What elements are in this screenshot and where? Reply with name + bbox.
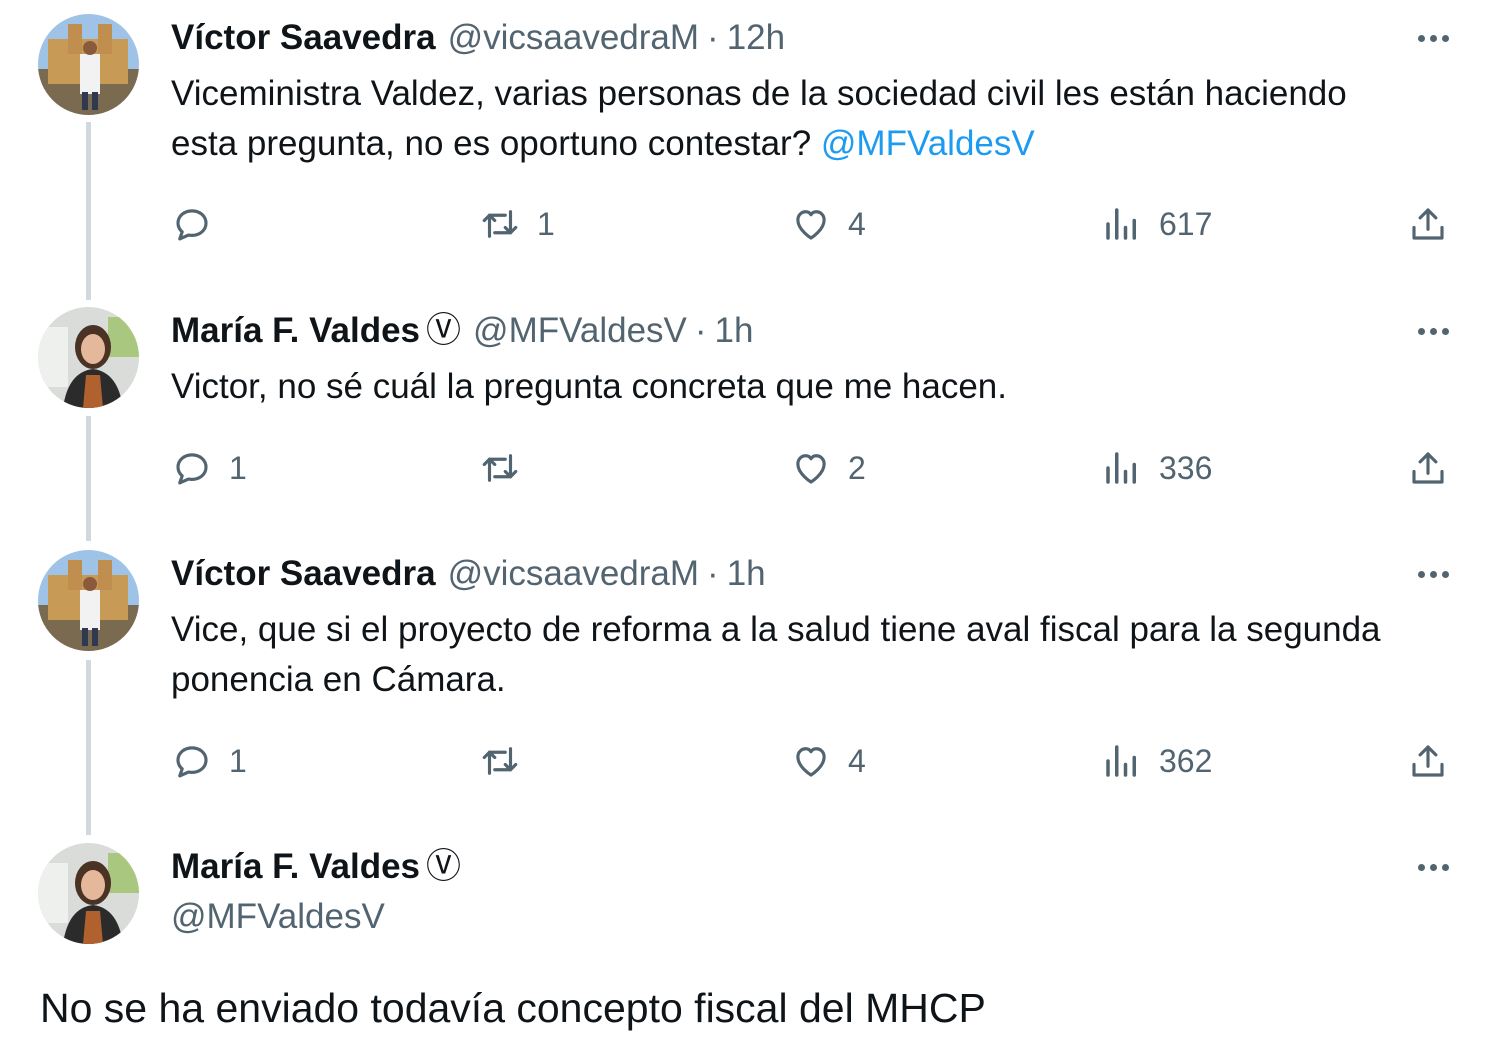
reply-count: 1 [229,449,247,486]
views-button[interactable]: 617 [1101,199,1212,249]
share-button[interactable] [1407,199,1449,249]
retweet-button[interactable]: 1 [479,199,555,249]
main-tweet-text: No se ha enviado todavía concepto fiscal… [40,985,986,1031]
retweet-icon [482,454,518,482]
separator-dot: · [707,554,719,593]
tweet-actions: 1 4 617 [171,199,1461,249]
user-name[interactable]: Víctor Saavedra [171,18,436,57]
heart-icon [796,210,826,240]
views-icon [1106,452,1136,484]
like-button[interactable]: 4 [790,736,866,786]
tweet-text: Victor, no sé cuál la pregunta concreta … [171,362,1401,412]
like-count: 4 [848,205,866,242]
views-count: 362 [1159,742,1213,779]
share-icon [1412,745,1444,777]
views-count: 617 [1159,205,1213,242]
retweet-count: 1 [537,205,555,242]
share-button[interactable] [1407,736,1449,786]
user-handle[interactable]: @MFValdesV [473,311,687,350]
user-name[interactable]: María F. Valdes [171,311,420,350]
more-options-button[interactable] [1405,564,1461,584]
views-count: 336 [1159,449,1213,486]
retweet-icon [482,210,518,238]
user-handle[interactable]: @MFValdesV [171,897,385,936]
more-options-button[interactable] [1405,857,1461,877]
timestamp[interactable]: 1h [727,554,766,593]
more-options-button[interactable] [1405,28,1461,48]
tweet-body: Vice, que si el proyecto de reforma a la… [171,610,1381,699]
views-icon [1106,208,1136,240]
more-icon [1417,863,1425,871]
like-button[interactable]: 2 [790,443,866,493]
views-button[interactable]: 336 [1101,443,1212,493]
tweet-header: Víctor Saavedra @vicsaavedraM · 1h [171,552,766,596]
avatar[interactable] [38,550,139,651]
like-count: 4 [848,742,866,779]
user-handle[interactable]: @vicsaavedraM [448,554,699,593]
tweet-header: Víctor Saavedra @vicsaavedraM · 12h [171,16,785,60]
share-button[interactable] [1407,443,1449,493]
thread-line [86,122,91,300]
avatar[interactable] [38,843,139,944]
like-count: 2 [848,449,866,486]
verified-icon: Ⓥ [426,847,462,886]
tweet-handle-row: @MFValdesV [171,895,385,939]
verified-icon: Ⓥ [426,311,462,350]
share-icon [1412,452,1444,484]
tweet-header: María F. Valdes Ⓥ @MFValdesV · 1h [171,309,753,353]
views-button[interactable]: 362 [1101,736,1212,786]
tweet-actions: 1 2 336 [171,443,1461,493]
thread-line [86,416,91,541]
thread-line [86,660,91,835]
share-icon [1412,208,1444,240]
separator-dot: · [707,18,719,57]
more-icon [1417,327,1425,335]
reply-button[interactable]: 1 [171,736,247,786]
retweet-button[interactable] [479,736,537,786]
tweet-text: Viceministra Valdez, varias personas de … [171,69,1401,169]
tweet-text: Vice, que si el proyecto de reforma a la… [171,605,1401,705]
reply-button[interactable]: 1 [171,443,247,493]
more-icon [1417,34,1425,42]
reply-icon [176,453,208,485]
heart-icon [796,747,826,777]
more-options-button[interactable] [1405,321,1461,341]
user-name[interactable]: Víctor Saavedra [171,554,436,593]
more-icon [1417,570,1425,578]
separator-dot: · [694,311,707,350]
tweet-body: Victor, no sé cuál la pregunta concreta … [171,367,1008,406]
retweet-button[interactable] [479,443,537,493]
timestamp[interactable]: 1h [715,311,754,350]
avatar[interactable] [38,14,139,115]
tweet-header: María F. Valdes Ⓥ [171,845,461,889]
reply-count: 1 [229,742,247,779]
timestamp[interactable]: 12h [727,18,785,57]
user-handle[interactable]: @vicsaavedraM [448,18,699,57]
tweet-body: Viceministra Valdez, varias personas de … [171,74,1347,163]
like-button[interactable]: 4 [790,199,866,249]
views-icon [1106,745,1136,777]
reply-icon [176,209,208,241]
retweet-icon [482,747,518,775]
reply-icon [176,746,208,778]
mention-link[interactable]: @MFValdesV [821,124,1035,163]
heart-icon [796,454,826,484]
reply-button[interactable] [171,199,229,249]
user-name[interactable]: María F. Valdes [171,847,420,886]
tweet-actions: 1 4 362 [171,736,1461,786]
avatar[interactable] [38,307,139,408]
